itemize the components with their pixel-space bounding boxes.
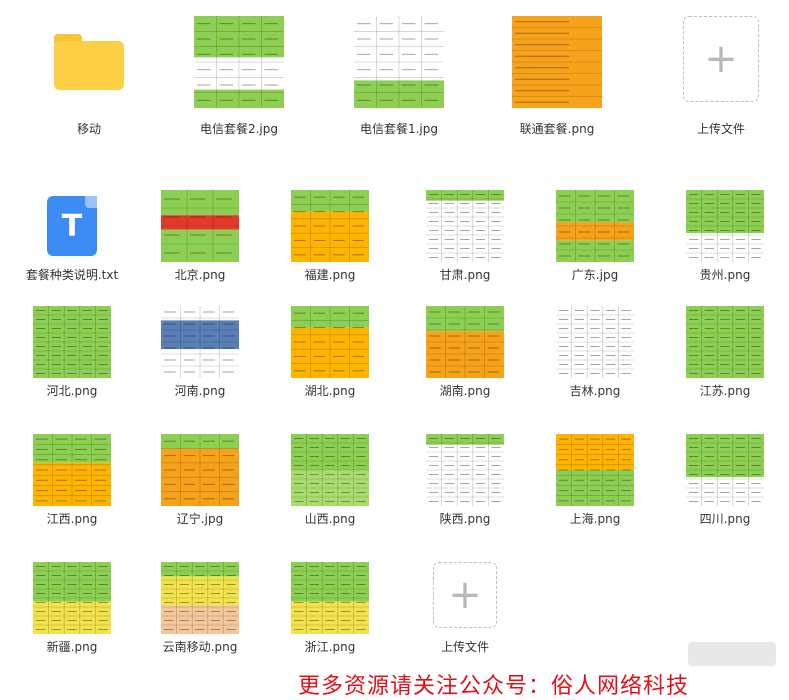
file-item[interactable]: 福建.png <box>275 190 385 282</box>
file-item[interactable]: 贵州.png <box>670 190 780 282</box>
file-item[interactable]: 河北.png <box>17 306 127 398</box>
file-item[interactable]: 江西.png <box>17 434 127 526</box>
file-name-label: 电信套餐1.jpg <box>359 122 439 136</box>
image-thumbnail <box>556 306 634 378</box>
file-item[interactable]: 山西.png <box>275 434 385 526</box>
file-name-label: 湖北.png <box>304 384 356 398</box>
image-thumbnail <box>33 434 111 506</box>
file-name-label: 四川.png <box>699 512 751 526</box>
image-thumbnail <box>194 16 284 108</box>
file-item[interactable]: 上海.png <box>540 434 650 526</box>
file-item[interactable]: 电信套餐2.jpg <box>184 16 294 136</box>
file-item[interactable]: 湖南.png <box>410 306 520 398</box>
file-name-label: 浙江.png <box>304 640 356 654</box>
file-name-label: 联通套餐.png <box>519 122 595 136</box>
image-thumbnail <box>291 434 369 506</box>
file-item[interactable]: 甘肃.png <box>410 190 520 282</box>
file-name-label: 上海.png <box>569 512 621 526</box>
image-thumbnail <box>161 562 239 634</box>
image-thumbnail <box>686 306 764 378</box>
image-thumbnail <box>33 562 111 634</box>
blurred-area <box>688 642 776 666</box>
file-name-label: 江西.png <box>46 512 98 526</box>
file-item[interactable]: 吉林.png <box>540 306 650 398</box>
file-item[interactable]: 联通套餐.png <box>502 16 612 136</box>
image-thumbnail <box>291 306 369 378</box>
file-name-label: 贵州.png <box>699 268 751 282</box>
image-thumbnail <box>686 190 764 262</box>
image-thumbnail <box>426 434 504 506</box>
image-thumbnail <box>512 16 602 108</box>
image-thumbnail <box>291 190 369 262</box>
file-item[interactable]: 辽宁.jpg <box>145 434 255 526</box>
file-item[interactable]: 浙江.png <box>275 562 385 654</box>
file-name-label: 陕西.png <box>439 512 491 526</box>
file-name-label: 河南.png <box>174 384 226 398</box>
image-thumbnail <box>33 306 111 378</box>
file-name-label: 福建.png <box>304 268 356 282</box>
file-item[interactable]: 江苏.png <box>670 306 780 398</box>
image-thumbnail <box>354 16 444 108</box>
image-thumbnail <box>426 190 504 262</box>
file-name-label: 甘肃.png <box>439 268 491 282</box>
file-item[interactable]: 河南.png <box>145 306 255 398</box>
image-thumbnail <box>161 306 239 378</box>
file-name-label: 河北.png <box>46 384 98 398</box>
plus-icon[interactable]: + <box>433 562 497 628</box>
file-name-label: 套餐种类说明.txt <box>25 268 119 282</box>
file-item[interactable]: 湖北.png <box>275 306 385 398</box>
file-name-label: 上传文件 <box>440 640 489 654</box>
file-name-label: 辽宁.jpg <box>176 512 224 526</box>
file-item[interactable]: 云南移动.png <box>145 562 255 654</box>
image-thumbnail <box>426 306 504 378</box>
image-thumbnail <box>161 190 239 262</box>
plus-icon[interactable]: + <box>683 16 759 102</box>
folder-icon <box>54 34 124 90</box>
file-name-label: 广东.jpg <box>571 268 619 282</box>
file-item[interactable]: T 套餐种类说明.txt <box>17 190 127 282</box>
file-item[interactable]: 电信套餐1.jpg <box>344 16 454 136</box>
file-item[interactable]: 新疆.png <box>17 562 127 654</box>
image-thumbnail <box>291 562 369 634</box>
file-name-label: 江苏.png <box>699 384 751 398</box>
file-item[interactable]: 陕西.png <box>410 434 520 526</box>
promo-text: 更多资源请关注公众号：俗人网络科技 <box>298 674 690 699</box>
image-thumbnail <box>161 434 239 506</box>
file-name-label: 北京.png <box>174 268 226 282</box>
txt-file-icon: T <box>47 196 97 256</box>
file-name-label: 湖南.png <box>439 384 491 398</box>
file-name-label: 移动 <box>76 122 101 136</box>
file-name-label: 新疆.png <box>46 640 98 654</box>
upload-tile[interactable]: + 上传文件 <box>410 562 520 654</box>
file-name-label: 吉林.png <box>569 384 621 398</box>
file-item[interactable]: 广东.jpg <box>540 190 650 282</box>
image-thumbnail <box>686 434 764 506</box>
upload-tile[interactable]: + 上传文件 <box>666 16 776 136</box>
file-name-label: 云南移动.png <box>162 640 238 654</box>
file-name-label: 电信套餐2.jpg <box>199 122 279 136</box>
folder-item[interactable]: 移动 <box>34 16 144 136</box>
file-item[interactable]: 四川.png <box>670 434 780 526</box>
image-thumbnail <box>556 434 634 506</box>
image-thumbnail <box>556 190 634 262</box>
file-name-label: 山西.png <box>304 512 356 526</box>
file-name-label: 上传文件 <box>696 122 745 136</box>
file-item[interactable]: 北京.png <box>145 190 255 282</box>
